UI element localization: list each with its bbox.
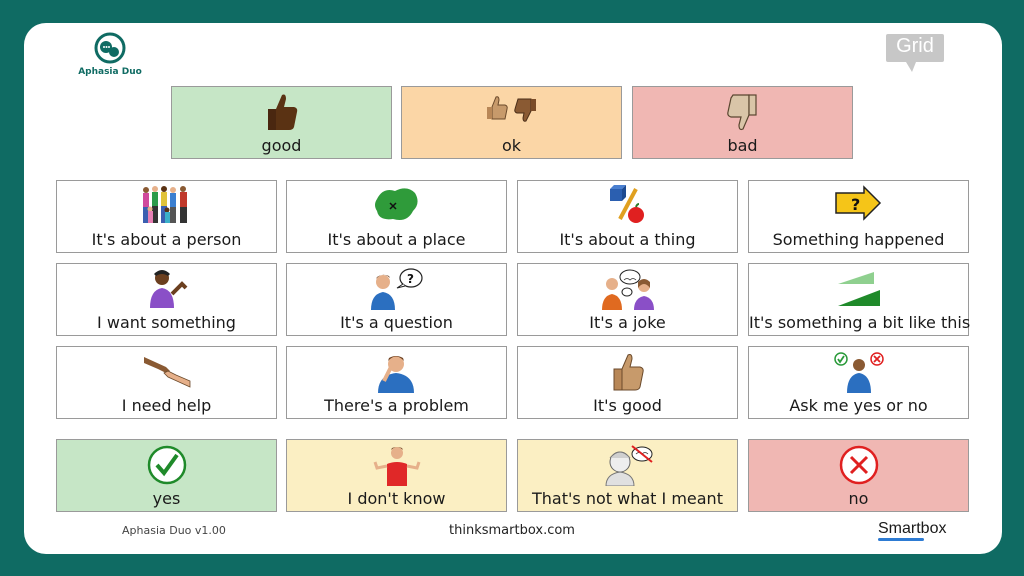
app-logo: Aphasia Duo <box>75 32 145 82</box>
question-label: It's a question <box>340 313 453 332</box>
svg-text:?: ? <box>851 195 860 214</box>
person-question-icon: ? <box>370 268 423 310</box>
bad-label: bad <box>727 136 758 155</box>
ok-button[interactable]: ok <box>401 86 622 159</box>
brand-text: Smartbox <box>878 520 947 537</box>
person-label: It's about a person <box>91 230 242 249</box>
question-button[interactable]: ? It's a question <box>286 263 507 336</box>
ok-label: ok <box>501 136 522 155</box>
helping-hands-icon <box>143 357 190 388</box>
yes-button[interactable]: yes <box>56 439 277 512</box>
bit-like-this-button[interactable]: It's something a bit like this <box>748 263 971 336</box>
brand-swoosh-icon <box>878 538 924 541</box>
problem-label: There's a problem <box>324 396 469 415</box>
no-button[interactable]: no <box>748 439 969 512</box>
people-joke-icon <box>601 269 654 310</box>
its-good-button[interactable]: It's good <box>517 346 738 419</box>
place-label: It's about a place <box>327 230 466 249</box>
check-circle-icon <box>147 445 186 485</box>
not-what-i-meant-button[interactable]: That's not what I meant <box>517 439 738 512</box>
people-group-icon <box>142 186 187 223</box>
person-shrug-icon <box>373 447 420 486</box>
joke-button[interactable]: It's a joke <box>517 263 738 336</box>
want-something-button[interactable]: I want something <box>56 263 277 336</box>
yes-label: yes <box>152 489 181 508</box>
x-circle-icon <box>839 445 878 485</box>
good-label: good <box>261 136 302 155</box>
question-arrow-icon: ? <box>834 185 881 221</box>
thumbs-up-icon <box>613 354 644 391</box>
objects-icon <box>609 185 644 223</box>
person-problem-icon <box>377 356 414 393</box>
website-link[interactable]: thinksmartbox.com <box>0 523 1024 538</box>
logo-text: Aphasia Duo <box>78 67 142 77</box>
good-button[interactable]: good <box>171 86 392 159</box>
thumbs-up-icon <box>267 94 297 130</box>
person-wanting-icon <box>149 270 187 308</box>
yes-or-no-button[interactable]: Ask me yes or no <box>748 346 969 419</box>
yes-or-no-label: Ask me yes or no <box>789 396 928 415</box>
person-not-meant-icon <box>604 445 653 486</box>
dont-know-button[interactable]: I don't know <box>286 439 507 512</box>
no-label: no <box>848 489 869 508</box>
thing-button[interactable]: It's about a thing <box>517 180 738 253</box>
dont-know-label: I don't know <box>347 489 446 508</box>
joke-label: It's a joke <box>589 313 666 332</box>
grid-badge-label: Grid <box>896 35 934 57</box>
aphasia-duo-logo-icon <box>94 32 126 64</box>
need-help-label: I need help <box>121 396 212 415</box>
place-button[interactable]: It's about a place <box>286 180 507 253</box>
thumbs-down-icon <box>726 94 757 131</box>
need-help-button[interactable]: I need help <box>56 346 277 419</box>
its-good-label: It's good <box>593 396 662 415</box>
not-what-i-meant-label: That's not what I meant <box>532 489 723 508</box>
want-something-label: I want something <box>97 313 236 332</box>
bit-like-this-label: It's something a bit like this <box>749 313 971 332</box>
thumbs-up-down-icon <box>486 96 536 122</box>
bad-button[interactable]: bad <box>632 86 853 159</box>
something-happened-label: Something happened <box>772 230 945 249</box>
person-yes-no-icon <box>833 352 884 393</box>
thing-label: It's about a thing <box>559 230 696 249</box>
svg-text:?: ? <box>407 272 414 286</box>
grid-badge[interactable]: Grid <box>884 34 946 74</box>
problem-button[interactable]: There's a problem <box>286 346 507 419</box>
map-place-icon <box>374 188 418 220</box>
similar-shapes-icon <box>837 272 880 306</box>
smartbox-logo: Smartbox <box>878 520 946 541</box>
something-happened-button[interactable]: ? Something happened <box>748 180 969 253</box>
person-button[interactable]: It's about a person <box>56 180 277 253</box>
